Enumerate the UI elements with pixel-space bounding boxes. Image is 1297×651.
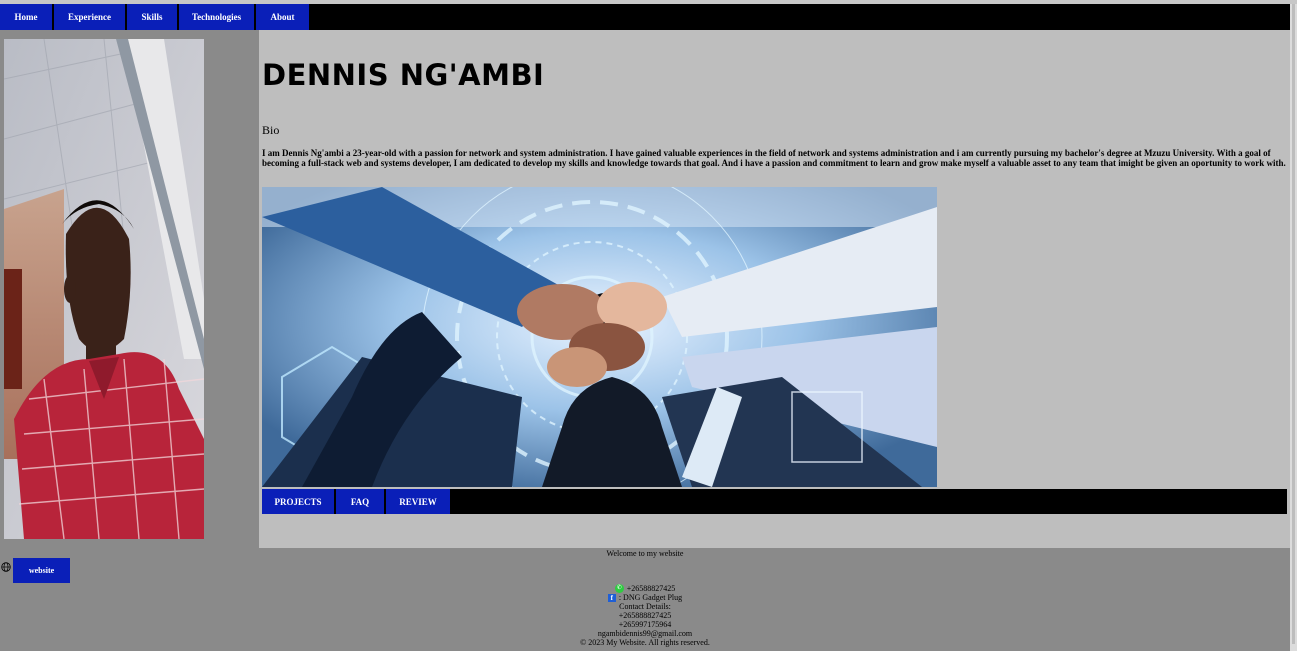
website-button[interactable]: website <box>13 558 70 583</box>
bio-heading: Bio <box>262 123 280 137</box>
faq-button[interactable]: FAQ <box>336 489 384 514</box>
nav-about-button[interactable]: About <box>256 4 309 30</box>
bio-text: I am Dennis Ng'ambi a 23-year-old with a… <box>262 148 1286 168</box>
projects-button[interactable]: PROJECTS <box>262 489 334 514</box>
contact-heading: Contact Details: <box>619 602 671 611</box>
scrollbar-thumb[interactable] <box>1292 4 1295 644</box>
facebook-row: f : DNG Gadget Plug <box>0 593 1290 602</box>
top-navbar: Home Experience Skills Technologies Abou… <box>0 4 1290 30</box>
sidebar <box>2 30 259 548</box>
page-title: DENNIS NG'AMBI <box>262 58 545 92</box>
nav-experience-button[interactable]: Experience <box>54 4 125 30</box>
profile-photo <box>4 39 204 539</box>
teamwork-hero-image <box>262 187 937 487</box>
facebook-page: : DNG Gadget Plug <box>618 593 683 602</box>
nav-skills-button[interactable]: Skills <box>127 4 177 30</box>
vertical-scrollbar[interactable] <box>1290 4 1297 651</box>
nav-technologies-button[interactable]: Technologies <box>179 4 254 30</box>
main-content: DENNIS NG'AMBI Bio I am Dennis Ng'ambi a… <box>259 30 1290 548</box>
section-nav: PROJECTS FAQ REVIEW <box>262 489 1287 514</box>
review-button[interactable]: REVIEW <box>386 489 450 514</box>
whatsapp-number: +26588827425 <box>626 584 676 593</box>
welcome-text: Welcome to my website <box>606 549 684 558</box>
copyright-text: © 2023 My Website. All rights reserved. <box>580 638 710 647</box>
footer: Welcome to my website website ✆ +2658882… <box>0 548 1290 651</box>
contact-details: ✆ +26588827425 f : DNG Gadget Plug Conta… <box>0 584 1290 647</box>
nav-home-button[interactable]: Home <box>0 4 52 30</box>
facebook-icon: f <box>607 593 616 602</box>
phone-2: +265997175964 <box>618 620 672 629</box>
whatsapp-row: ✆ +26588827425 <box>0 584 1290 593</box>
email-address: ngambidennis99@gmail.com <box>597 629 693 638</box>
globe-icon <box>1 562 11 572</box>
whatsapp-icon: ✆ <box>614 584 624 593</box>
phone-1: +265888827425 <box>618 611 672 620</box>
